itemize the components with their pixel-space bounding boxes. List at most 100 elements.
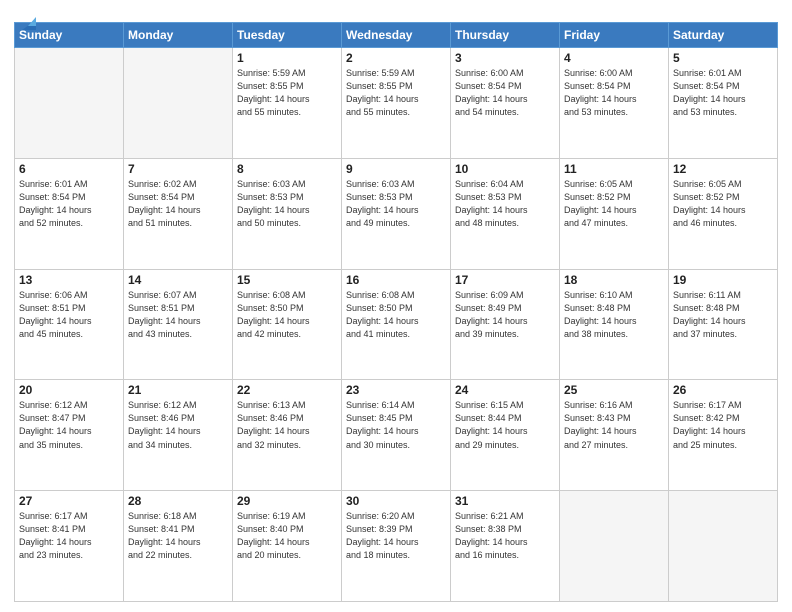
day-number: 2 bbox=[346, 51, 446, 65]
day-info: Sunrise: 6:11 AM Sunset: 8:48 PM Dayligh… bbox=[673, 289, 773, 341]
calendar-cell: 8 Sunrise: 6:03 AM Sunset: 8:53 PM Daylig… bbox=[233, 158, 342, 269]
day-number: 10 bbox=[455, 162, 555, 176]
calendar-cell: 31 Sunrise: 6:21 AM Sunset: 8:38 PM Dayli… bbox=[451, 491, 560, 602]
calendar-cell: 10 Sunrise: 6:04 AM Sunset: 8:53 PM Dayli… bbox=[451, 158, 560, 269]
day-number: 6 bbox=[19, 162, 119, 176]
day-number: 5 bbox=[673, 51, 773, 65]
day-number: 4 bbox=[564, 51, 664, 65]
day-number: 31 bbox=[455, 494, 555, 508]
calendar-cell: 27 Sunrise: 6:17 AM Sunset: 8:41 PM Dayli… bbox=[15, 491, 124, 602]
day-number: 15 bbox=[237, 273, 337, 287]
calendar-cell: 1Sunrise: 5:59 AM Sunset: 8:55 PM Daylig… bbox=[233, 48, 342, 159]
day-info: Sunrise: 6:21 AM Sunset: 8:38 PM Dayligh… bbox=[455, 510, 555, 562]
day-info: Sunrise: 6:01 AM Sunset: 8:54 PM Dayligh… bbox=[673, 67, 773, 119]
calendar-cell: 12 Sunrise: 6:05 AM Sunset: 8:52 PM Dayli… bbox=[669, 158, 778, 269]
day-info: Sunrise: 6:17 AM Sunset: 8:42 PM Dayligh… bbox=[673, 399, 773, 451]
weekday-header: Thursday bbox=[451, 23, 560, 48]
day-number: 13 bbox=[19, 273, 119, 287]
day-number: 22 bbox=[237, 383, 337, 397]
calendar-cell bbox=[15, 48, 124, 159]
day-number: 14 bbox=[128, 273, 228, 287]
day-number: 11 bbox=[564, 162, 664, 176]
day-number: 27 bbox=[19, 494, 119, 508]
day-number: 19 bbox=[673, 273, 773, 287]
day-number: 24 bbox=[455, 383, 555, 397]
day-number: 25 bbox=[564, 383, 664, 397]
day-info: Sunrise: 6:03 AM Sunset: 8:53 PM Dayligh… bbox=[237, 178, 337, 230]
calendar-week-row: 27 Sunrise: 6:17 AM Sunset: 8:41 PM Dayli… bbox=[15, 491, 778, 602]
day-number: 23 bbox=[346, 383, 446, 397]
day-info: Sunrise: 6:16 AM Sunset: 8:43 PM Dayligh… bbox=[564, 399, 664, 451]
day-info: Sunrise: 6:08 AM Sunset: 8:50 PM Dayligh… bbox=[346, 289, 446, 341]
calendar-cell bbox=[560, 491, 669, 602]
calendar-cell: 11Sunrise: 6:05 AM Sunset: 8:52 PM Dayli… bbox=[560, 158, 669, 269]
day-info: Sunrise: 6:00 AM Sunset: 8:54 PM Dayligh… bbox=[455, 67, 555, 119]
day-info: Sunrise: 6:17 AM Sunset: 8:41 PM Dayligh… bbox=[19, 510, 119, 562]
calendar-cell: 17 Sunrise: 6:09 AM Sunset: 8:49 PM Dayli… bbox=[451, 269, 560, 380]
calendar-cell: 22 Sunrise: 6:13 AM Sunset: 8:46 PM Dayli… bbox=[233, 380, 342, 491]
calendar-cell: 28 Sunrise: 6:18 AM Sunset: 8:41 PM Dayli… bbox=[124, 491, 233, 602]
calendar-header-row: SundayMondayTuesdayWednesdayThursdayFrid… bbox=[15, 23, 778, 48]
day-number: 30 bbox=[346, 494, 446, 508]
calendar-week-row: 20Sunrise: 6:12 AM Sunset: 8:47 PM Dayli… bbox=[15, 380, 778, 491]
calendar-cell: 24 Sunrise: 6:15 AM Sunset: 8:44 PM Dayli… bbox=[451, 380, 560, 491]
header bbox=[14, 10, 778, 14]
day-number: 17 bbox=[455, 273, 555, 287]
day-info: Sunrise: 6:04 AM Sunset: 8:53 PM Dayligh… bbox=[455, 178, 555, 230]
weekday-header: Wednesday bbox=[342, 23, 451, 48]
day-info: Sunrise: 6:12 AM Sunset: 8:46 PM Dayligh… bbox=[128, 399, 228, 451]
day-number: 18 bbox=[564, 273, 664, 287]
calendar-cell: 6 Sunrise: 6:01 AM Sunset: 8:54 PM Daylig… bbox=[15, 158, 124, 269]
calendar-cell: 15 Sunrise: 6:08 AM Sunset: 8:50 PM Dayli… bbox=[233, 269, 342, 380]
day-info: Sunrise: 6:15 AM Sunset: 8:44 PM Dayligh… bbox=[455, 399, 555, 451]
weekday-header: Tuesday bbox=[233, 23, 342, 48]
calendar-cell: 26 Sunrise: 6:17 AM Sunset: 8:42 PM Dayli… bbox=[669, 380, 778, 491]
calendar-cell: 4Sunrise: 6:00 AM Sunset: 8:54 PM Daylig… bbox=[560, 48, 669, 159]
logo-icon bbox=[18, 12, 40, 34]
day-info: Sunrise: 6:20 AM Sunset: 8:39 PM Dayligh… bbox=[346, 510, 446, 562]
day-info: Sunrise: 6:08 AM Sunset: 8:50 PM Dayligh… bbox=[237, 289, 337, 341]
day-info: Sunrise: 6:10 AM Sunset: 8:48 PM Dayligh… bbox=[564, 289, 664, 341]
calendar-cell: 5 Sunrise: 6:01 AM Sunset: 8:54 PM Daylig… bbox=[669, 48, 778, 159]
weekday-header: Saturday bbox=[669, 23, 778, 48]
calendar-cell bbox=[669, 491, 778, 602]
calendar-table: SundayMondayTuesdayWednesdayThursdayFrid… bbox=[14, 22, 778, 602]
calendar-cell: 23 Sunrise: 6:14 AM Sunset: 8:45 PM Dayli… bbox=[342, 380, 451, 491]
day-number: 26 bbox=[673, 383, 773, 397]
calendar-cell: 20Sunrise: 6:12 AM Sunset: 8:47 PM Dayli… bbox=[15, 380, 124, 491]
calendar-cell: 3Sunrise: 6:00 AM Sunset: 8:54 PM Daylig… bbox=[451, 48, 560, 159]
day-info: Sunrise: 5:59 AM Sunset: 8:55 PM Dayligh… bbox=[346, 67, 446, 119]
day-info: Sunrise: 6:01 AM Sunset: 8:54 PM Dayligh… bbox=[19, 178, 119, 230]
day-number: 29 bbox=[237, 494, 337, 508]
calendar-cell: 30 Sunrise: 6:20 AM Sunset: 8:39 PM Dayli… bbox=[342, 491, 451, 602]
day-number: 28 bbox=[128, 494, 228, 508]
calendar-week-row: 13 Sunrise: 6:06 AM Sunset: 8:51 PM Dayli… bbox=[15, 269, 778, 380]
day-number: 16 bbox=[346, 273, 446, 287]
calendar-cell: 2 Sunrise: 5:59 AM Sunset: 8:55 PM Daylig… bbox=[342, 48, 451, 159]
day-number: 9 bbox=[346, 162, 446, 176]
day-info: Sunrise: 6:13 AM Sunset: 8:46 PM Dayligh… bbox=[237, 399, 337, 451]
day-number: 20 bbox=[19, 383, 119, 397]
day-info: Sunrise: 6:14 AM Sunset: 8:45 PM Dayligh… bbox=[346, 399, 446, 451]
day-info: Sunrise: 6:06 AM Sunset: 8:51 PM Dayligh… bbox=[19, 289, 119, 341]
day-info: Sunrise: 6:02 AM Sunset: 8:54 PM Dayligh… bbox=[128, 178, 228, 230]
day-number: 8 bbox=[237, 162, 337, 176]
day-number: 12 bbox=[673, 162, 773, 176]
day-info: Sunrise: 6:03 AM Sunset: 8:53 PM Dayligh… bbox=[346, 178, 446, 230]
day-info: Sunrise: 6:19 AM Sunset: 8:40 PM Dayligh… bbox=[237, 510, 337, 562]
calendar-cell: 7 Sunrise: 6:02 AM Sunset: 8:54 PM Daylig… bbox=[124, 158, 233, 269]
day-info: Sunrise: 6:05 AM Sunset: 8:52 PM Dayligh… bbox=[673, 178, 773, 230]
calendar-cell: 19 Sunrise: 6:11 AM Sunset: 8:48 PM Dayli… bbox=[669, 269, 778, 380]
day-number: 21 bbox=[128, 383, 228, 397]
day-info: Sunrise: 6:07 AM Sunset: 8:51 PM Dayligh… bbox=[128, 289, 228, 341]
day-number: 7 bbox=[128, 162, 228, 176]
day-info: Sunrise: 6:09 AM Sunset: 8:49 PM Dayligh… bbox=[455, 289, 555, 341]
calendar-cell: 14 Sunrise: 6:07 AM Sunset: 8:51 PM Dayli… bbox=[124, 269, 233, 380]
day-number: 1 bbox=[237, 51, 337, 65]
page: SundayMondayTuesdayWednesdayThursdayFrid… bbox=[0, 0, 792, 612]
day-info: Sunrise: 6:18 AM Sunset: 8:41 PM Dayligh… bbox=[128, 510, 228, 562]
calendar-cell: 9 Sunrise: 6:03 AM Sunset: 8:53 PM Daylig… bbox=[342, 158, 451, 269]
calendar-cell: 13 Sunrise: 6:06 AM Sunset: 8:51 PM Dayli… bbox=[15, 269, 124, 380]
calendar-cell bbox=[124, 48, 233, 159]
calendar-week-row: 6 Sunrise: 6:01 AM Sunset: 8:54 PM Daylig… bbox=[15, 158, 778, 269]
